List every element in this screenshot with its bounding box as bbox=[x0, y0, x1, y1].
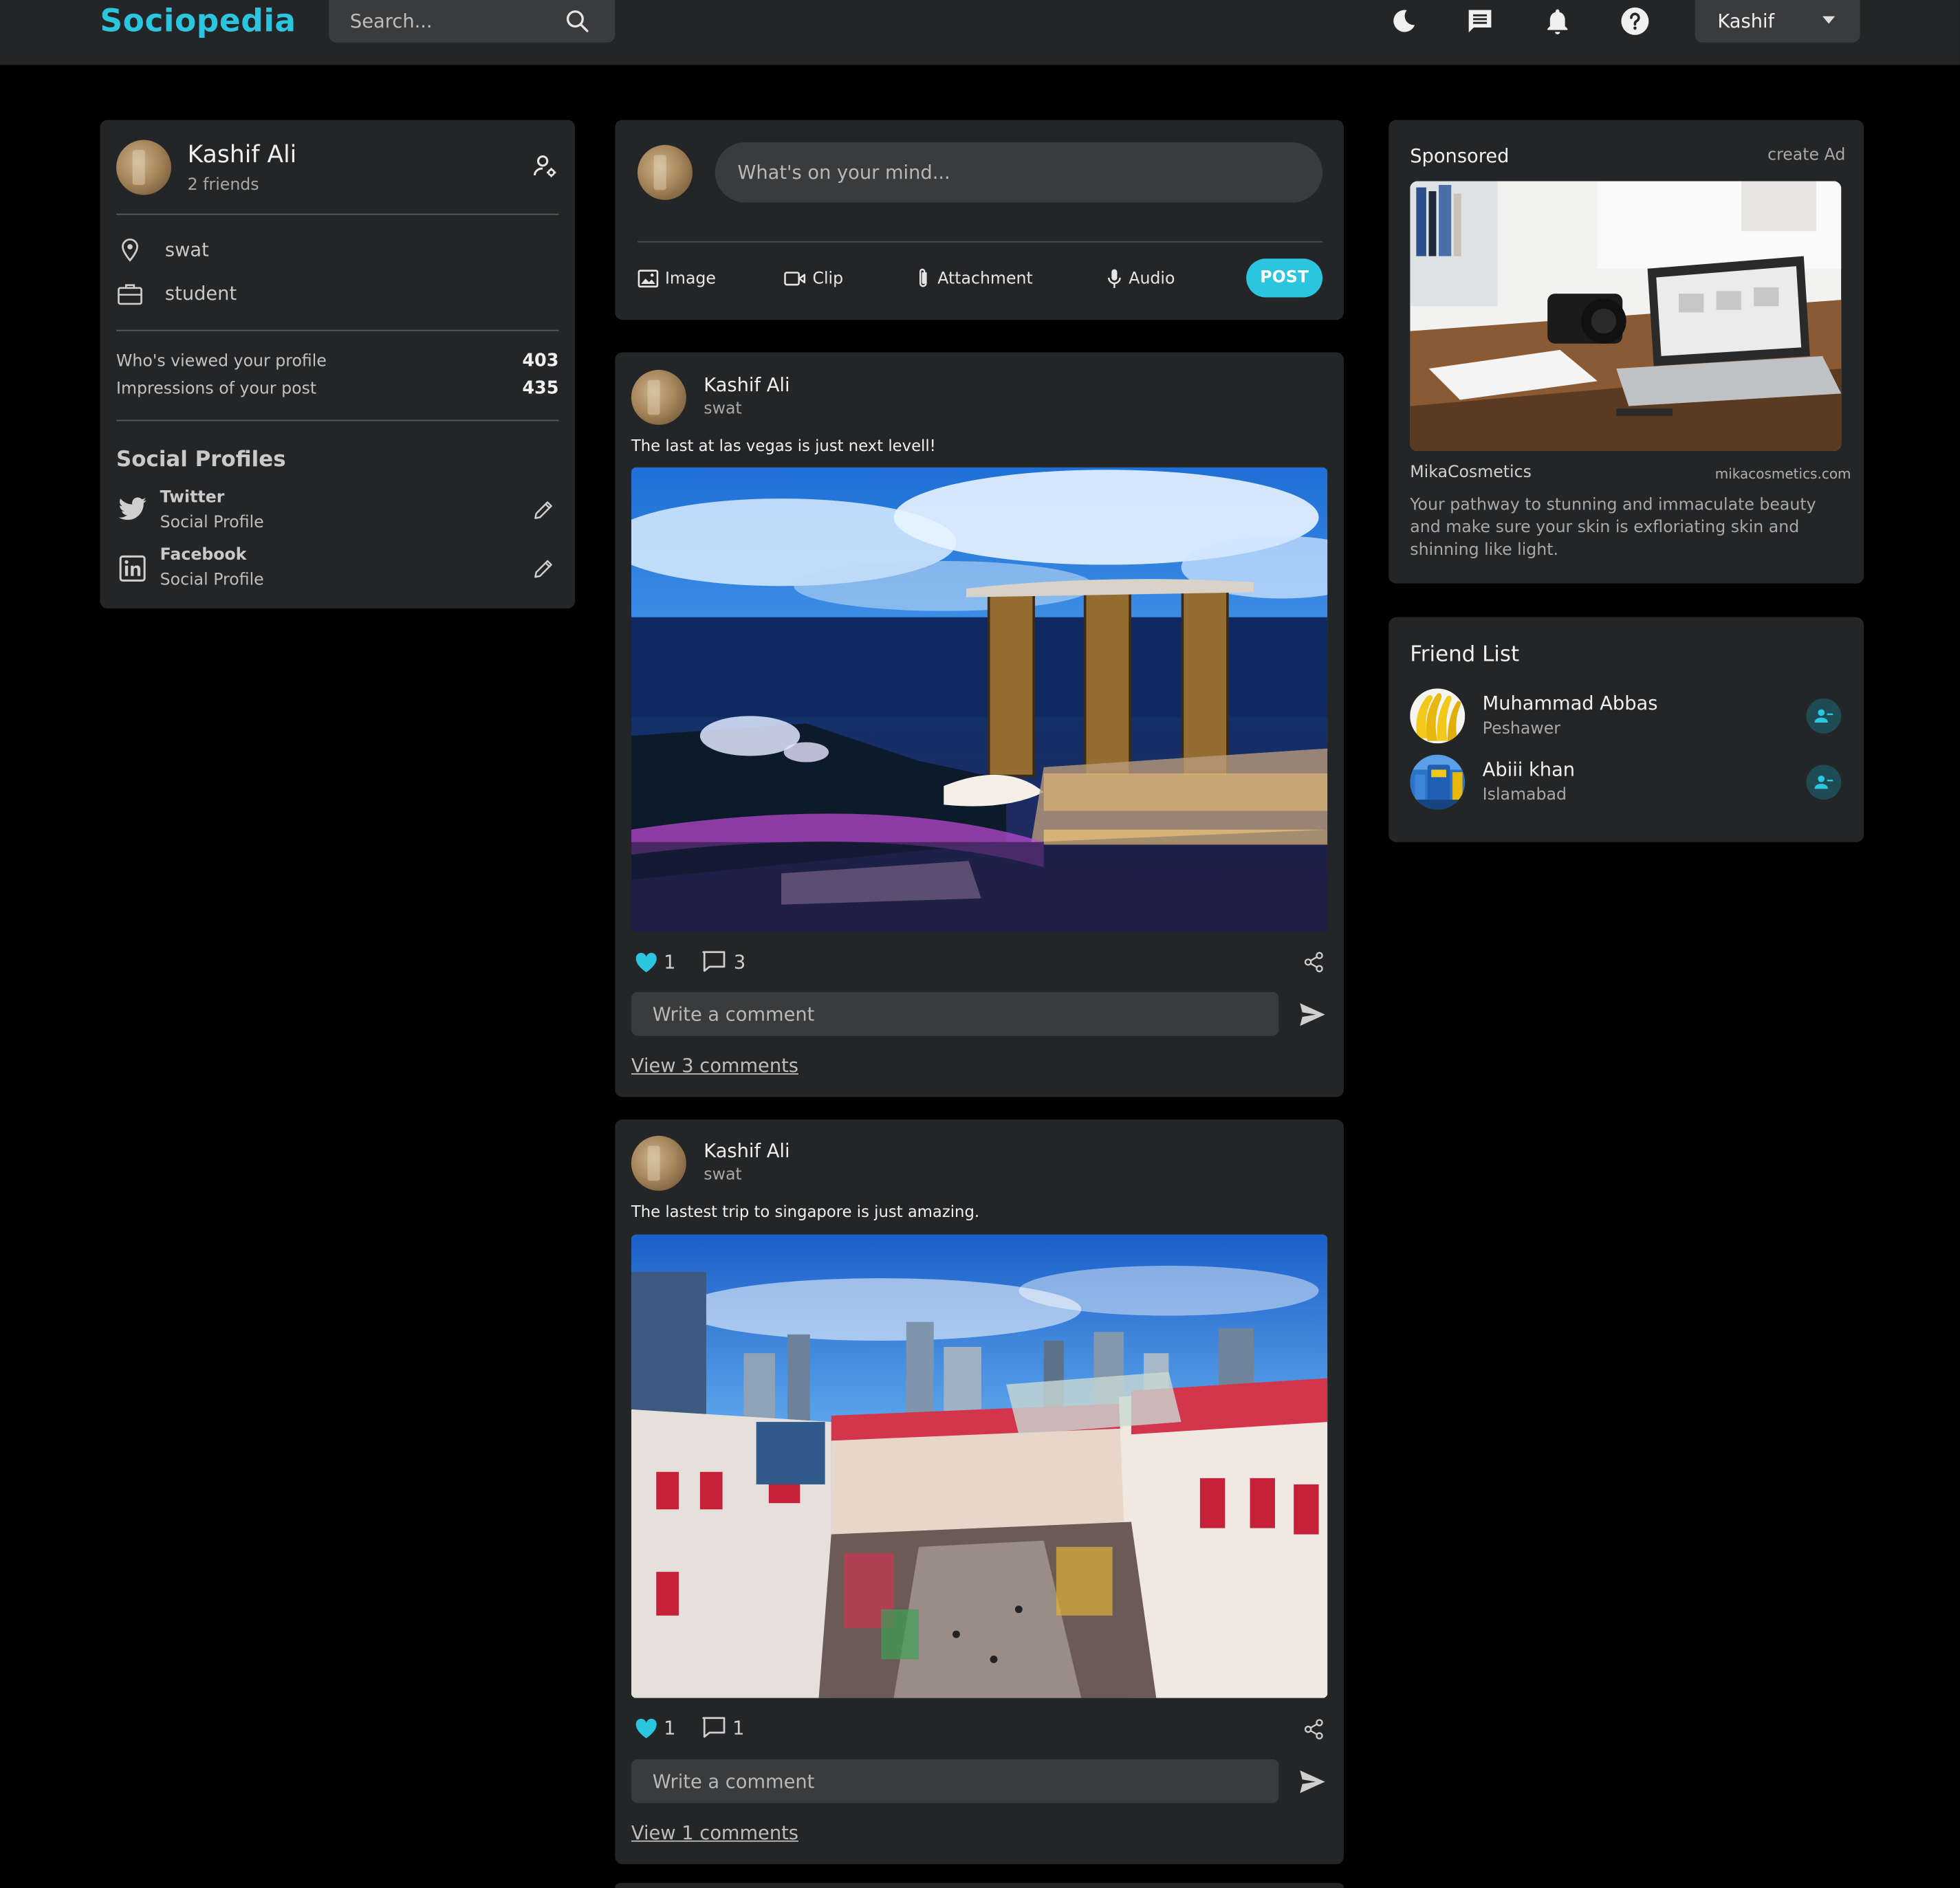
post-like-count: 1 bbox=[664, 950, 676, 974]
stat-profile-views-label: Who's viewed your profile bbox=[116, 352, 327, 371]
social-twitter-name: Twitter bbox=[160, 488, 225, 507]
post-author-location: swat bbox=[704, 399, 742, 419]
search-input[interactable] bbox=[329, 0, 560, 43]
linkedin-icon bbox=[119, 555, 146, 582]
manage-account-icon[interactable] bbox=[531, 153, 558, 180]
profile-avatar[interactable] bbox=[116, 140, 172, 195]
composer-attachment-button[interactable]: Attachment bbox=[915, 266, 1033, 291]
like-heart-icon[interactable] bbox=[634, 1717, 659, 1739]
send-icon[interactable] bbox=[1298, 1002, 1326, 1027]
briefcase-icon bbox=[118, 284, 142, 305]
ad-description: Your pathway to stunning and immaculate … bbox=[1410, 496, 1816, 560]
post-photo[interactable] bbox=[631, 467, 1328, 932]
view-comments-link[interactable]: View 3 comments bbox=[631, 1055, 798, 1077]
help-icon[interactable] bbox=[1620, 6, 1651, 36]
location-icon bbox=[122, 238, 138, 262]
stat-profile-views-value: 403 bbox=[522, 351, 559, 371]
person-remove-icon bbox=[1814, 775, 1833, 789]
video-icon bbox=[784, 272, 806, 286]
person-remove-icon bbox=[1814, 709, 1833, 723]
share-icon[interactable] bbox=[1303, 1718, 1325, 1741]
profile-occupation: student bbox=[164, 282, 237, 305]
user-dropdown-label: Kashif bbox=[1717, 10, 1775, 33]
social-profiles-title: Social Profiles bbox=[116, 447, 286, 472]
post-comment-count: 1 bbox=[732, 1716, 745, 1739]
post-card bbox=[615, 1882, 1344, 1888]
social-twitter-sub: Social Profile bbox=[160, 513, 264, 533]
composer-avatar bbox=[637, 144, 693, 200]
composer-audio-label: Audio bbox=[1129, 269, 1175, 288]
post-author-avatar[interactable] bbox=[631, 1135, 686, 1191]
chevron-down-icon bbox=[1822, 16, 1836, 24]
composer-audio-button[interactable]: Audio bbox=[1107, 266, 1175, 291]
send-icon[interactable] bbox=[1298, 1769, 1326, 1794]
profile-friends-count: 2 friends bbox=[187, 176, 259, 195]
post-photo[interactable] bbox=[631, 1234, 1328, 1698]
friend-avatar[interactable] bbox=[1410, 688, 1466, 744]
user-dropdown[interactable]: Kashif bbox=[1695, 0, 1860, 43]
composer-attachment-label: Attachment bbox=[937, 269, 1033, 288]
message-icon[interactable] bbox=[1465, 6, 1495, 36]
image-icon bbox=[638, 270, 659, 288]
composer-clip-button[interactable]: Clip bbox=[784, 266, 843, 291]
ad-brand-name[interactable]: MikaCosmetics bbox=[1410, 463, 1532, 482]
like-heart-icon[interactable] bbox=[634, 951, 659, 974]
social-facebook-sub: Social Profile bbox=[160, 571, 264, 590]
sponsored-title: Sponsored bbox=[1410, 144, 1510, 168]
app-root: Sociopedia Kashif bbox=[0, 0, 1960, 1888]
chinatown-day-photo bbox=[631, 1234, 1328, 1698]
sponsored-image[interactable] bbox=[1410, 181, 1842, 452]
dark-mode-icon[interactable] bbox=[1389, 6, 1419, 36]
post-comment-count: 3 bbox=[733, 950, 746, 974]
comment-icon[interactable] bbox=[701, 950, 726, 974]
post-author-name[interactable]: Kashif Ali bbox=[704, 373, 790, 396]
friend-location: Peshawer bbox=[1482, 719, 1560, 739]
ad-domain[interactable]: mikacosmetics.com bbox=[1715, 466, 1851, 483]
edit-facebook-icon[interactable] bbox=[532, 558, 555, 580]
divider bbox=[637, 241, 1323, 243]
post-description: The lastest trip to singapore is just am… bbox=[631, 1202, 980, 1221]
notifications-icon[interactable] bbox=[1543, 6, 1573, 36]
friend-name[interactable]: Muhammad Abbas bbox=[1483, 692, 1658, 715]
friend-avatar[interactable] bbox=[1410, 754, 1466, 810]
app-logo[interactable]: Sociopedia bbox=[100, 0, 296, 43]
post-description: The last at las vegas is just next level… bbox=[631, 436, 936, 455]
post-author-name[interactable]: Kashif Ali bbox=[704, 1139, 790, 1162]
post-author-avatar[interactable] bbox=[631, 369, 686, 425]
post-author-location: swat bbox=[704, 1165, 742, 1185]
create-ad-link[interactable]: create Ad bbox=[1767, 146, 1845, 165]
friend-name[interactable]: Abiii khan bbox=[1483, 758, 1575, 781]
attachment-icon bbox=[919, 268, 927, 287]
post-like-count: 1 bbox=[664, 1716, 676, 1739]
divider bbox=[116, 419, 559, 421]
friend-location: Islamabad bbox=[1482, 786, 1567, 805]
top-navbar: Sociopedia Kashif bbox=[0, 0, 1960, 65]
stat-impressions-label: Impressions of your post bbox=[116, 380, 317, 399]
comment-input[interactable] bbox=[631, 991, 1279, 1036]
share-icon[interactable] bbox=[1303, 951, 1325, 974]
composer-clip-label: Clip bbox=[812, 269, 844, 288]
composer-image-label: Image bbox=[664, 269, 716, 288]
view-comments-link[interactable]: View 1 comments bbox=[631, 1822, 798, 1845]
divider bbox=[116, 213, 559, 215]
comment-input[interactable] bbox=[631, 1759, 1279, 1803]
profile-name[interactable]: Kashif Ali bbox=[188, 141, 297, 168]
twitter-icon bbox=[118, 497, 146, 520]
stat-impressions-value: 435 bbox=[522, 378, 559, 399]
microphone-icon bbox=[1107, 269, 1121, 288]
remove-friend-button[interactable] bbox=[1806, 698, 1842, 734]
edit-twitter-icon[interactable] bbox=[532, 498, 555, 521]
post-button[interactable]: POST bbox=[1246, 259, 1323, 298]
profile-location: swat bbox=[164, 239, 209, 261]
search-icon[interactable] bbox=[564, 8, 591, 35]
remove-friend-button[interactable] bbox=[1806, 765, 1842, 800]
comment-icon[interactable] bbox=[701, 1715, 726, 1739]
composer-image-button[interactable]: Image bbox=[638, 266, 716, 291]
social-facebook-name: Facebook bbox=[160, 546, 247, 565]
desk-laptop-camera-photo bbox=[1410, 181, 1842, 452]
composer-input[interactable] bbox=[715, 142, 1323, 203]
friend-list-title: Friend List bbox=[1410, 642, 1520, 668]
divider bbox=[116, 329, 559, 331]
marina-bay-night-photo bbox=[631, 467, 1328, 932]
